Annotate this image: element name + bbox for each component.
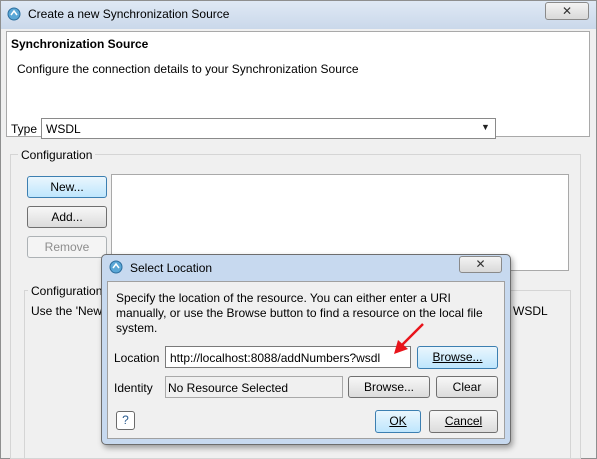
dialog-close-button[interactable]: ✕	[459, 256, 502, 273]
close-icon: ✕	[561, 4, 573, 18]
cancel-button[interactable]: Cancel	[429, 410, 498, 433]
window-close-button[interactable]: ✕	[545, 2, 589, 20]
location-label: Location	[114, 351, 160, 365]
configuration-details-label: Configuration	[28, 284, 106, 298]
sync-source-icon	[7, 7, 21, 21]
identity-label: Identity	[114, 381, 153, 395]
location-input-value: http://localhost:8088/addNumbers?wsdl	[170, 351, 381, 365]
remove-button[interactable]: Remove	[27, 236, 107, 258]
add-button[interactable]: Add...	[27, 206, 107, 228]
identity-value: No Resource Selected	[168, 381, 289, 395]
browse-identity-button[interactable]: Browse...	[348, 376, 430, 398]
type-select-value: WSDL	[46, 122, 81, 136]
type-label: Type	[11, 122, 38, 136]
cancel-label: Cancel	[444, 414, 483, 428]
ok-label: OK	[389, 414, 407, 428]
help-button[interactable]: ?	[116, 411, 135, 430]
clear-button[interactable]: Clear	[436, 376, 498, 398]
help-icon: ?	[122, 413, 129, 427]
page-description: Configure the connection details to your…	[17, 62, 359, 76]
dialog-title: Select Location	[130, 261, 213, 275]
page-title: Synchronization Source	[11, 37, 149, 51]
chevron-down-icon[interactable]: ▼	[481, 122, 490, 132]
configuration-group-label: Configuration	[18, 148, 96, 162]
sync-source-icon	[109, 260, 123, 274]
dialog-description: Specify the location of the resource. Yo…	[116, 291, 483, 335]
ok-button[interactable]: OK	[375, 410, 421, 433]
window-title: Create a new Synchronization Source	[28, 7, 230, 21]
red-arrow-annotation-icon	[394, 323, 424, 354]
configuration-help-text-fragment: WSDL	[513, 304, 548, 318]
browse-location-label: Browse...	[432, 350, 483, 364]
type-select[interactable]	[41, 118, 496, 139]
new-button[interactable]: New...	[27, 176, 107, 198]
configuration-help-text: Use the 'New	[31, 304, 102, 318]
close-icon: ✕	[475, 257, 486, 271]
